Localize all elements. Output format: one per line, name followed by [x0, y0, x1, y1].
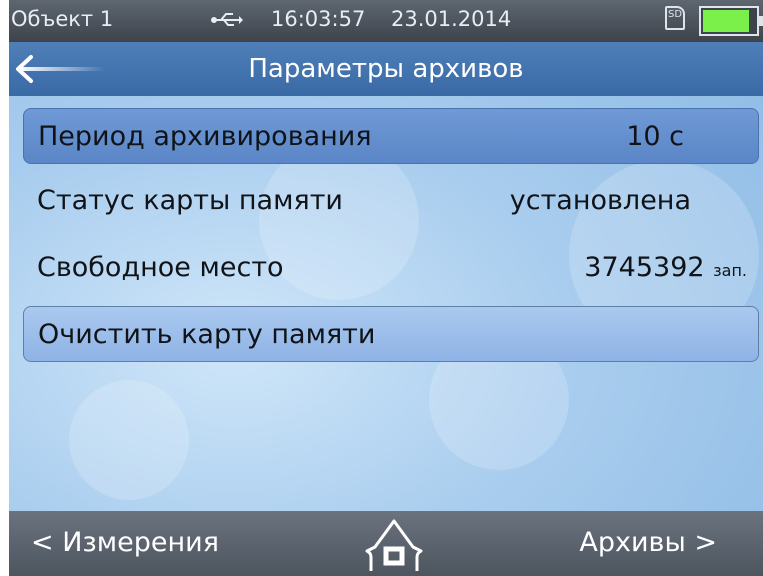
- home-icon[interactable]: [361, 513, 427, 573]
- battery-level: [703, 10, 749, 32]
- archive-period-label: Период архивирования: [38, 121, 372, 152]
- archive-period-value: 10 с: [626, 121, 684, 152]
- card-status-row: Статус карты памяти установлена: [23, 173, 759, 229]
- page-title: Параметры архивов: [248, 54, 524, 84]
- battery-tip: [759, 16, 763, 26]
- sd-card-icon: SD: [665, 6, 685, 30]
- clock-time: 16:03:57: [271, 7, 366, 31]
- free-space-number: 3745392: [584, 252, 705, 283]
- object-name: Объект 1: [11, 7, 114, 31]
- measurements-nav-button[interactable]: < Измерения: [31, 527, 219, 558]
- clock-date: 23.01.2014: [391, 7, 512, 31]
- archive-period-row[interactable]: Период архивирования 10 с: [23, 108, 759, 164]
- clear-memory-card-label: Очистить карту памяти: [38, 319, 376, 350]
- free-space-row: Свободное место 3745392 зап.: [23, 240, 759, 296]
- status-bar: Объект 1 16:03:57 23.01.2014 SD: [9, 0, 763, 42]
- free-space-unit: зап.: [713, 261, 747, 280]
- title-bar: Параметры архивов: [9, 42, 763, 96]
- free-space-label: Свободное место: [37, 252, 284, 283]
- usb-icon: [209, 4, 243, 40]
- archives-nav-button[interactable]: Архивы >: [579, 527, 717, 558]
- bottom-nav-bar: < Измерения Архивы >: [9, 511, 763, 576]
- background-bokeh: [69, 380, 189, 500]
- battery-icon: [699, 6, 763, 36]
- device-screen: Объект 1 16:03:57 23.01.2014 SD Параметр…: [9, 0, 763, 576]
- clear-memory-card-button[interactable]: Очистить карту памяти: [23, 306, 759, 362]
- card-status-label: Статус карты памяти: [37, 185, 343, 216]
- free-space-value: 3745392 зап.: [584, 252, 747, 283]
- card-status-value: установлена: [509, 185, 691, 216]
